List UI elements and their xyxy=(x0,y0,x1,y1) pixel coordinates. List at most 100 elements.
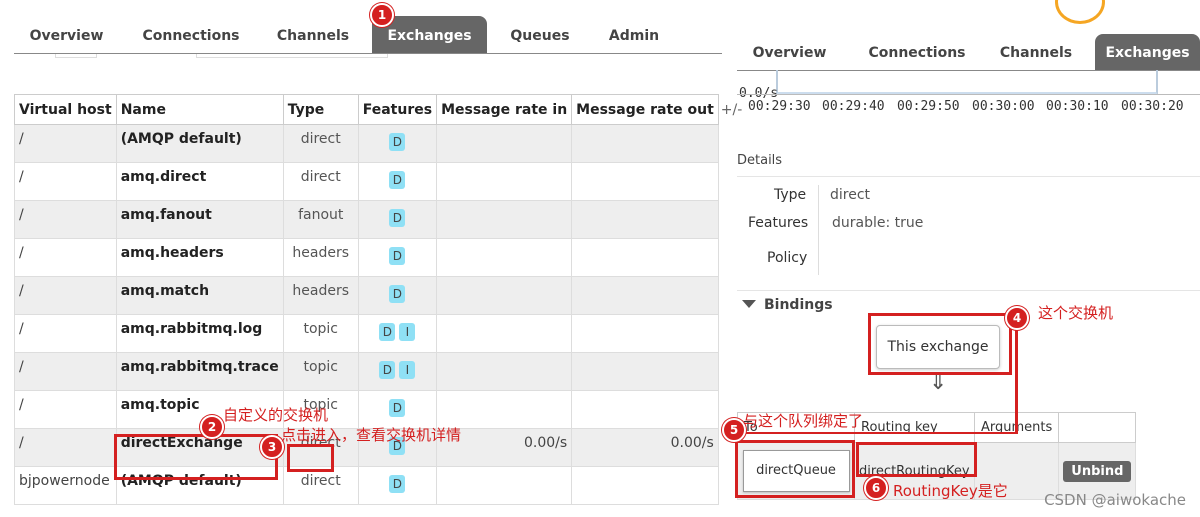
table-row: / amq.rabbitmq.log topic DI xyxy=(14,314,745,353)
cell-vhost: / xyxy=(14,162,117,201)
cell-type: direct xyxy=(282,124,359,163)
col-message-rate-in[interactable]: Message rate in xyxy=(436,94,573,125)
cell-rate-out xyxy=(571,390,719,429)
collapse-triangle-icon[interactable] xyxy=(742,300,756,308)
main-nav-tabs: Overview Connections Channels Exchanges … xyxy=(14,16,722,54)
exchange-link[interactable]: amq.fanout xyxy=(115,200,284,239)
cell-rate-in xyxy=(436,276,573,315)
cell-features: DI xyxy=(357,352,438,391)
table-row: / amq.topic topic D xyxy=(14,390,745,429)
cell-vhost: / xyxy=(14,390,117,429)
cell-rate-in xyxy=(436,200,573,239)
tab-connections[interactable]: Connections xyxy=(855,34,979,70)
unbind-button[interactable]: Unbind xyxy=(1063,460,1132,482)
cell-rate-in xyxy=(436,390,573,429)
bindings-section-title[interactable]: Bindings xyxy=(764,297,833,313)
tab-overview[interactable]: Overview xyxy=(14,16,119,53)
detail-nav-tabs: Overview Connections Channels Exchanges xyxy=(737,34,1200,71)
tab-connections[interactable]: Connections xyxy=(126,16,256,53)
col-name[interactable]: Name xyxy=(115,94,284,125)
annotation-note: RoutingKey是它 xyxy=(893,482,1008,500)
cropped-control xyxy=(55,54,97,58)
cell-rate-in xyxy=(436,314,573,353)
time-tick: 00:30:20 xyxy=(1121,99,1184,114)
cell-features: D xyxy=(357,124,438,163)
cell-vhost: bjpowernode xyxy=(14,466,117,505)
col-virtual-host[interactable]: Virtual host xyxy=(14,94,117,125)
step-marker-2: 2 xyxy=(200,415,224,439)
cell-rate-out xyxy=(571,238,719,277)
cell-features: D xyxy=(357,162,438,201)
highlight-box xyxy=(114,434,278,480)
exchange-link[interactable]: amq.headers xyxy=(115,238,284,277)
cell-type: topic xyxy=(282,352,359,391)
exchange-link[interactable]: (AMQP default) xyxy=(115,124,284,163)
table-row: / amq.fanout fanout D xyxy=(14,200,745,239)
highlight-box xyxy=(868,313,1012,375)
cell-rate-out xyxy=(571,200,719,239)
tab-channels[interactable]: Channels xyxy=(989,34,1083,70)
col-features[interactable]: Features xyxy=(357,94,438,125)
tab-admin[interactable]: Admin xyxy=(592,16,676,53)
exchange-link[interactable]: amq.match xyxy=(115,276,284,315)
chart-axis-line xyxy=(737,94,1200,95)
cell-vhost: / xyxy=(14,200,117,239)
col-actions xyxy=(1058,412,1137,443)
col-message-rate-out[interactable]: Message rate out xyxy=(571,94,719,125)
col-routing-key: Routing key xyxy=(854,412,975,443)
durable-badge: D xyxy=(379,323,396,341)
cell-vhost: / xyxy=(14,428,117,467)
detail-type-value: direct xyxy=(830,187,871,203)
step-marker-6: 6 xyxy=(864,476,888,500)
cell-features: D xyxy=(357,238,438,277)
watermark: CSDN @aiwokache xyxy=(1044,491,1186,509)
durable-badge: D xyxy=(389,399,406,417)
table-row: / amq.match headers D xyxy=(14,276,745,315)
cell-rate-in xyxy=(436,466,573,505)
exchange-link[interactable]: amq.rabbitmq.trace xyxy=(115,352,284,391)
tab-queues[interactable]: Queues xyxy=(498,16,582,53)
cell-type: fanout xyxy=(282,200,359,239)
durable-badge: D xyxy=(389,475,406,493)
cell-features: D xyxy=(357,276,438,315)
step-marker-1: 1 xyxy=(370,3,394,27)
cell-features: DI xyxy=(357,314,438,353)
exchange-link[interactable]: amq.direct xyxy=(115,162,284,201)
cell-type: direct xyxy=(282,162,359,201)
durable-badge: D xyxy=(389,171,406,189)
col-type[interactable]: Type xyxy=(282,94,359,125)
time-tick: 00:29:40 xyxy=(822,99,885,114)
cell-rate-in xyxy=(436,238,573,277)
divider xyxy=(737,290,1200,291)
details-section-title[interactable]: Details xyxy=(737,153,782,168)
cell-rate-in xyxy=(436,124,573,163)
divider xyxy=(818,185,819,275)
time-tick: 00:30:10 xyxy=(1046,99,1109,114)
detail-policy-label: Policy xyxy=(767,250,808,266)
tab-channels[interactable]: Channels xyxy=(264,16,362,53)
cell-type: topic xyxy=(282,314,359,353)
cell-rate-in xyxy=(436,162,573,201)
tab-overview[interactable]: Overview xyxy=(737,34,842,70)
cell-vhost: / xyxy=(14,352,117,391)
step-marker-4: 4 xyxy=(1005,306,1029,330)
exchange-link[interactable]: amq.rabbitmq.log xyxy=(115,314,284,353)
annotation-note: 与这个队列绑定了 xyxy=(743,412,864,430)
cell-features: D xyxy=(357,466,438,505)
cell-features: D xyxy=(357,390,438,429)
cell-rate-out: 0.00/s xyxy=(571,428,719,467)
table-row: / (AMQP default) direct D xyxy=(14,124,745,163)
highlight-box xyxy=(856,442,977,477)
durable-badge: D xyxy=(389,285,406,303)
cell-rate-out xyxy=(571,124,719,163)
durable-badge: D xyxy=(389,209,406,227)
tab-exchanges[interactable]: Exchanges xyxy=(1095,34,1200,70)
cell-rate-out xyxy=(571,466,719,505)
time-tick: 00:29:30 xyxy=(748,99,811,114)
table-row: / amq.rabbitmq.trace topic DI xyxy=(14,352,745,391)
internal-badge: I xyxy=(399,361,416,379)
cell-rate-out xyxy=(571,314,719,353)
detail-features-label: Features xyxy=(748,215,809,231)
message-rate-chart xyxy=(776,70,1158,95)
durable-badge: D xyxy=(389,133,406,151)
